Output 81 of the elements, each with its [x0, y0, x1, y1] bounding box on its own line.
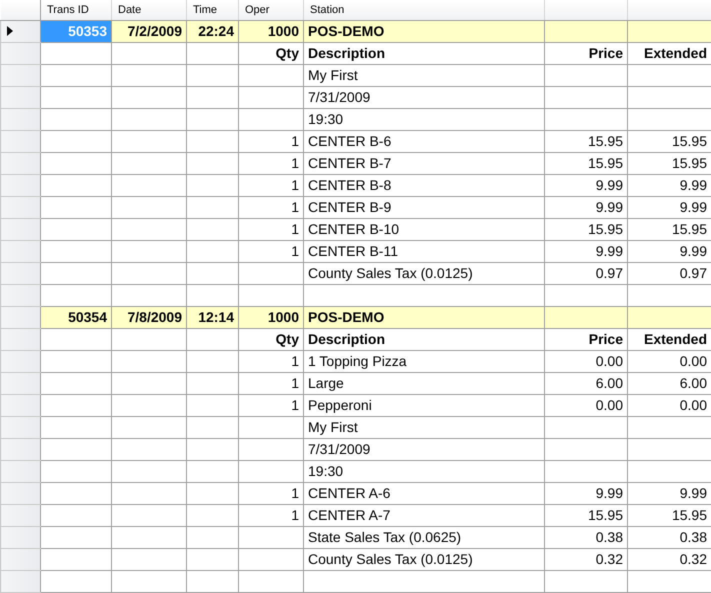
table-cell: 0.00	[680, 397, 707, 413]
table-cell: CENTER B-6	[308, 133, 392, 149]
table-cell: 15.95	[588, 133, 623, 149]
table-cell: CENTER A-7	[308, 507, 390, 523]
table-cell: Extended	[644, 45, 707, 61]
table-cell: Price	[588, 45, 623, 61]
table-cell: 1	[291, 353, 299, 369]
table-cell: 9.99	[596, 177, 623, 193]
table-cell: 9.99	[680, 199, 707, 215]
table-cell: Description	[308, 45, 386, 61]
table-cell: 7/8/2009	[128, 309, 182, 325]
table-cell: Pepperoni	[308, 397, 372, 413]
table-cell: 15.95	[672, 221, 707, 237]
row-header[interactable]	[0, 20, 40, 42]
table-cell: 6.00	[680, 375, 707, 391]
table-cell: 9.99	[596, 199, 623, 215]
table-cell: 1	[291, 507, 299, 523]
table-cell: 0.97	[680, 265, 707, 281]
table-cell: 0.38	[680, 529, 707, 545]
table-cell: 1	[291, 397, 299, 413]
table-cell: County Sales Tax (0.0125)	[308, 551, 473, 567]
table-cell: 15.95	[672, 133, 707, 149]
table-cell: 0.97	[596, 265, 623, 281]
table-cell: CENTER B-10	[308, 221, 400, 237]
table-cell: CENTER B-7	[308, 155, 392, 171]
table-cell: 9.99	[596, 485, 623, 501]
column-header[interactable]: Station	[310, 4, 344, 16]
table-cell: 1	[291, 485, 299, 501]
table-cell: 1	[291, 177, 299, 193]
table-cell: 15.95	[672, 507, 707, 523]
table-cell: 1	[291, 199, 299, 215]
table-cell: POS-DEMO	[308, 23, 384, 39]
table-cell: Description	[308, 331, 386, 347]
table-cell: 9.99	[680, 485, 707, 501]
table-cell: 9.99	[680, 243, 707, 259]
table-cell: My First	[308, 67, 358, 83]
table-cell: 22:24	[198, 23, 234, 39]
table-cell: 7/31/2009	[308, 89, 370, 105]
table-cell: 50354	[68, 309, 107, 325]
table-cell: CENTER B-8	[308, 177, 392, 193]
table-cell: 50353	[68, 23, 107, 39]
table-cell: County Sales Tax (0.0125)	[308, 265, 473, 281]
table-cell: 0.00	[596, 353, 623, 369]
table-cell: 1	[291, 155, 299, 171]
table-cell: POS-DEMO	[308, 309, 384, 325]
table-cell: 9.99	[596, 243, 623, 259]
table-cell: 0.32	[596, 551, 623, 567]
table-cell: 19:30	[308, 463, 344, 479]
table-cell: 6.00	[596, 375, 623, 391]
table-cell: 0.00	[596, 397, 623, 413]
table-cell: Qty	[276, 45, 299, 61]
table-cell: 12:14	[198, 309, 234, 325]
table-cell: Price	[588, 331, 623, 347]
table-cell: 19:30	[308, 111, 344, 127]
column-header[interactable]: Date	[118, 4, 142, 16]
table-cell: CENTER B-9	[308, 199, 392, 215]
table-cell: 1	[291, 133, 299, 149]
table-cell: 1 Topping Pizza	[308, 353, 407, 369]
table-cell: 0.00	[680, 353, 707, 369]
table-cell: 15.95	[588, 507, 623, 523]
table-cell: 1000	[268, 309, 299, 325]
table-cell: 0.38	[596, 529, 623, 545]
table-cell: Qty	[276, 331, 299, 347]
table-cell: Extended	[644, 331, 707, 347]
table-cell: 1	[291, 243, 299, 259]
table-cell: 7/31/2009	[308, 441, 370, 457]
table-cell: 15.95	[588, 221, 623, 237]
table-cell: 1	[291, 221, 299, 237]
table-cell: 1000	[268, 23, 299, 39]
table-cell: 9.99	[680, 177, 707, 193]
table-cell: 7/2/2009	[128, 23, 182, 39]
table-cell: CENTER A-6	[308, 485, 390, 501]
table-cell: State Sales Tax (0.0625)	[308, 529, 462, 545]
table-cell: 1	[291, 375, 299, 391]
table-cell: Large	[308, 375, 344, 391]
table-cell: My First	[308, 419, 358, 435]
table-cell: 15.95	[588, 155, 623, 171]
current-row-icon	[7, 26, 13, 36]
table-cell: 0.32	[680, 551, 707, 567]
table-cell: CENTER B-11	[308, 243, 398, 259]
table-cell: 15.95	[672, 155, 707, 171]
